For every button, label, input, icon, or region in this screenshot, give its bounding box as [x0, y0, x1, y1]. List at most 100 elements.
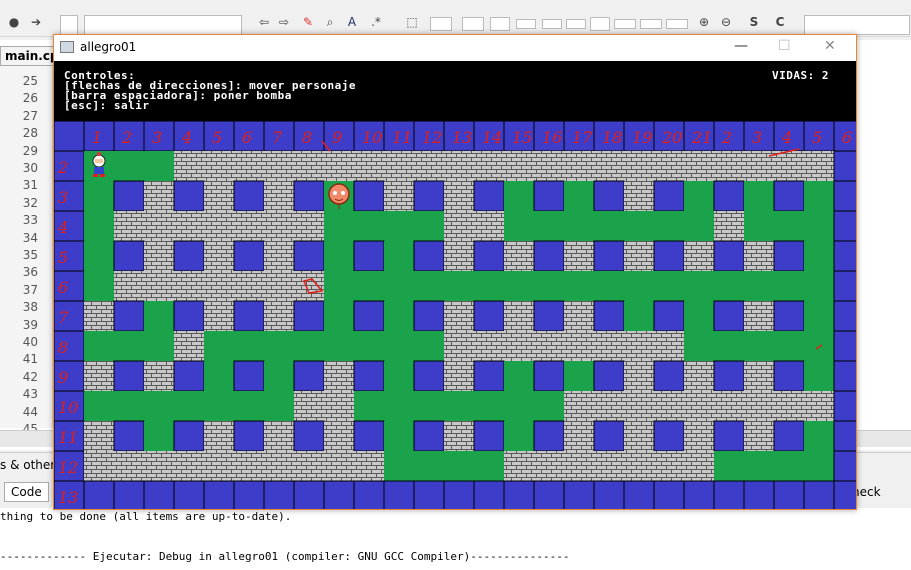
wall-tile — [473, 180, 505, 212]
wall-tile — [803, 480, 835, 509]
lives-counter: VIDAS: 2 — [772, 69, 829, 82]
wall-tile — [833, 450, 856, 482]
wall-tile — [833, 360, 856, 392]
floor-tile — [354, 391, 384, 421]
floor-tile — [144, 151, 174, 181]
floor-tile — [384, 211, 414, 241]
image-button[interactable] — [490, 17, 510, 31]
floor-tile — [354, 271, 384, 301]
highlight-icon[interactable]: ✎ — [300, 14, 316, 30]
brick-tile — [534, 151, 564, 181]
window-icon — [60, 41, 74, 53]
maximize-button[interactable]: ☐ — [778, 38, 791, 54]
wall-tile — [113, 480, 145, 509]
tab-code[interactable]: Code — [4, 482, 49, 502]
brick-tile — [264, 301, 294, 331]
stop-button[interactable] — [60, 15, 78, 35]
wall-tile — [653, 480, 685, 509]
column-annotation: 20 — [661, 128, 682, 147]
brick-tile — [144, 211, 174, 241]
panel-button-2[interactable] — [542, 19, 562, 29]
brick-tile — [204, 301, 234, 331]
brick-tile — [444, 301, 474, 331]
floor-tile — [354, 331, 384, 361]
wall-tile — [293, 420, 325, 452]
select-icon[interactable]: ⬚ — [404, 14, 420, 30]
brick-tile — [774, 151, 804, 181]
frame-button[interactable] — [462, 17, 484, 31]
floor-tile — [414, 331, 444, 361]
label-button-3[interactable] — [666, 19, 688, 29]
wall-tile — [653, 300, 685, 332]
panel-button[interactable] — [516, 19, 536, 29]
game-canvas[interactable]: Controles: [flechas de direcciones]: mov… — [54, 61, 856, 509]
floor-tile — [744, 211, 774, 241]
build-target-select[interactable] — [84, 15, 242, 35]
brick-tile — [744, 391, 774, 421]
brick-tile — [174, 271, 204, 301]
forward-icon[interactable]: ⇨ — [276, 14, 292, 30]
brick-tile — [354, 151, 384, 181]
close-button[interactable]: ✕ — [824, 38, 836, 54]
row-annotation: 3 — [58, 188, 68, 207]
regex-icon[interactable]: .* — [368, 14, 384, 30]
back-icon[interactable]: ⇦ — [256, 14, 272, 30]
brick-tile — [684, 151, 714, 181]
label-button[interactable] — [614, 19, 636, 29]
wall-tile — [473, 240, 505, 272]
brick-tile — [264, 151, 294, 181]
floor-tile — [804, 361, 834, 391]
floor-tile — [714, 451, 744, 481]
brick-tile — [204, 271, 234, 301]
brick-tile — [234, 451, 264, 481]
zoom-out-icon[interactable]: ⊖ — [718, 14, 734, 30]
wall-tile — [533, 240, 565, 272]
wall-tile — [683, 480, 715, 509]
brick-tile — [624, 331, 654, 361]
checkbox-button[interactable] — [590, 17, 610, 31]
brick-tile — [654, 331, 684, 361]
brick-tile — [684, 241, 714, 271]
line-number: 36 — [22, 265, 38, 280]
font-icon[interactable]: A — [344, 14, 360, 30]
brick-tile — [294, 391, 324, 421]
wall-tile — [713, 300, 745, 332]
wall-tile — [413, 300, 445, 332]
floor-tile — [414, 271, 444, 301]
brick-tile — [204, 241, 234, 271]
brick-tile — [264, 271, 294, 301]
floor-tile — [444, 391, 474, 421]
minimize-button[interactable]: — — [734, 38, 748, 54]
wall-tile — [833, 390, 856, 422]
floor-tile — [774, 271, 804, 301]
brick-tile — [294, 271, 324, 301]
row-annotation: 8 — [58, 338, 68, 357]
zoom-in-icon[interactable]: ⊕ — [696, 14, 712, 30]
brick-tile — [84, 361, 114, 391]
row-annotation: 13 — [58, 488, 78, 507]
c-icon[interactable]: C — [772, 14, 788, 30]
brick-tile — [294, 451, 324, 481]
search-input[interactable] — [804, 15, 910, 35]
wall-tile — [113, 360, 145, 392]
s-icon[interactable]: S — [746, 14, 762, 30]
brick-tile — [714, 391, 744, 421]
column-annotation: 6 — [242, 128, 252, 147]
wall-tile — [473, 420, 505, 452]
brick-tile — [624, 391, 654, 421]
find-icon[interactable]: ⌕ — [322, 14, 338, 30]
wall-tile — [653, 360, 685, 392]
column-annotation: 5 — [812, 128, 822, 147]
column-annotation: 21 — [691, 128, 712, 147]
wall-tile — [593, 300, 625, 332]
shape-button[interactable] — [430, 17, 452, 31]
floor-tile — [234, 331, 264, 361]
record-icon[interactable]: ● — [6, 14, 22, 30]
floor-tile — [474, 271, 504, 301]
floor-tile — [474, 451, 504, 481]
panel-button-3[interactable] — [566, 19, 586, 29]
brick-tile — [354, 451, 384, 481]
label-button-2[interactable] — [640, 19, 662, 29]
window-titlebar[interactable]: allegro01 — ☐ ✕ — [54, 35, 856, 61]
arrow-right-icon[interactable]: ➔ — [28, 14, 44, 30]
